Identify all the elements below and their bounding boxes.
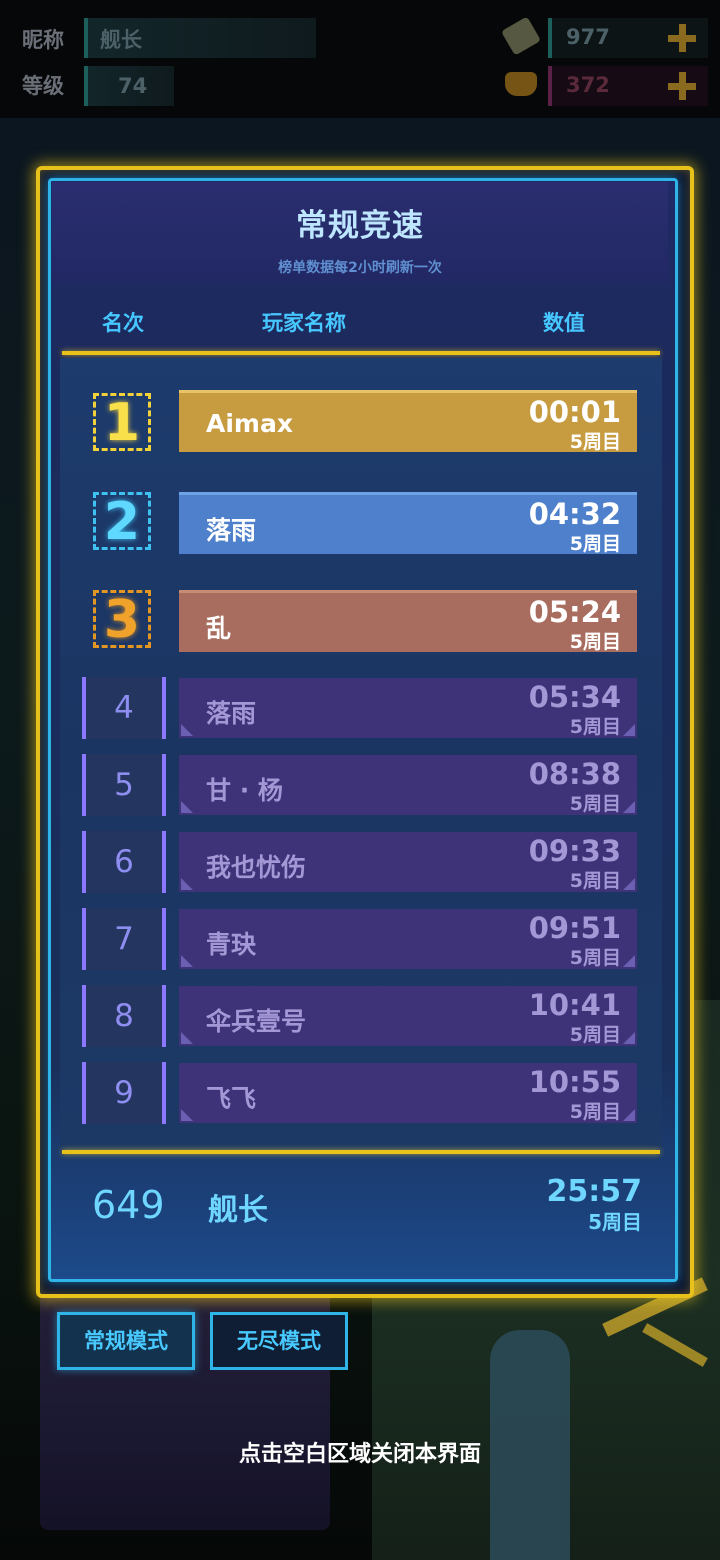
player-time: 10:41 (528, 988, 621, 1022)
rank-number: 6 (82, 831, 166, 893)
corner-decoration (623, 955, 635, 967)
leaderboard-row[interactable]: 乱 05:24 5周目 (179, 590, 637, 653)
player-lap: 5周目 (569, 716, 621, 738)
corner-decoration (181, 1109, 193, 1121)
corner-decoration (623, 878, 635, 890)
player-name: 伞兵壹号 (206, 1007, 307, 1036)
add-currency2-icon[interactable] (668, 72, 696, 100)
player-name: 甘 · 杨 (206, 776, 283, 805)
corner-decoration (623, 801, 635, 813)
self-time: 25:57 (546, 1174, 643, 1209)
corner-decoration (181, 1032, 193, 1044)
column-header-player: 玩家名称 (262, 311, 346, 335)
leaderboard-row[interactable]: 落雨 05:34 5周目 (179, 678, 637, 738)
rank-badge-gold: 1 (93, 393, 151, 451)
rank-number: 5 (82, 754, 166, 816)
ticket-icon (501, 16, 541, 56)
nickname-value: 舰长 (100, 28, 142, 52)
corner-decoration (623, 1032, 635, 1044)
column-header-value: 数值 (543, 311, 585, 335)
player-time: 08:38 (528, 757, 621, 791)
currency1-value: 977 (566, 25, 610, 49)
rank-number: 9 (82, 1062, 166, 1124)
player-name: 乱 (206, 614, 232, 643)
player-name: 我也忧伤 (206, 853, 307, 882)
player-time: 09:51 (528, 911, 621, 945)
player-lap: 5周目 (569, 1024, 621, 1046)
self-rank: 649 (92, 1183, 165, 1227)
level-value: 74 (118, 74, 148, 98)
player-name: 落雨 (206, 516, 257, 545)
level-label: 等级 (22, 74, 64, 98)
leaderboard-row[interactable]: Aimax 00:01 5周目 (179, 390, 637, 453)
player-lap: 5周目 (569, 1101, 621, 1123)
rank-badge-bronze: 3 (93, 590, 151, 648)
corner-decoration (181, 724, 193, 736)
divider-top (62, 351, 660, 355)
player-lap: 5周目 (569, 870, 621, 892)
player-time: 10:55 (528, 1065, 621, 1099)
player-lap: 5周目 (569, 947, 621, 969)
player-name: 落雨 (206, 699, 257, 728)
player-lap: 5周目 (569, 533, 621, 555)
currency2-field: 372 (548, 66, 708, 106)
player-name: 飞飞 (206, 1084, 257, 1113)
normal-mode-button[interactable]: 常规模式 (57, 1312, 195, 1370)
corner-decoration (181, 878, 193, 890)
leaderboard-row[interactable]: 我也忧伤 09:33 5周目 (179, 832, 637, 892)
column-header-rank: 名次 (102, 311, 144, 335)
self-name: 舰长 (208, 1193, 268, 1228)
panel-title: 常规竞速 (296, 208, 424, 244)
leaderboard-row[interactable]: 落雨 04:32 5周目 (179, 492, 637, 555)
leaderboard-row[interactable]: 甘 · 杨 08:38 5周目 (179, 755, 637, 815)
endless-mode-button[interactable]: 无尽模式 (210, 1312, 348, 1370)
corner-decoration (623, 724, 635, 736)
cat-face-icon (505, 72, 537, 96)
self-lap: 5周目 (588, 1210, 642, 1234)
player-name: 青玦 (206, 930, 257, 959)
corner-decoration (623, 1109, 635, 1121)
divider-bottom (62, 1150, 660, 1154)
panel-subtitle: 榜单数据每2小时刷新一次 (278, 260, 442, 276)
player-lap: 5周目 (569, 793, 621, 815)
currency1-field: 977 (548, 18, 708, 58)
player-time: 00:01 (528, 395, 621, 429)
add-currency1-icon[interactable] (668, 24, 696, 52)
close-hint-text: 点击空白区域关闭本界面 (238, 1442, 481, 1467)
nickname-field: 舰长 (84, 18, 316, 58)
rank-badge-silver: 2 (93, 492, 151, 550)
player-time: 05:24 (528, 595, 621, 629)
corner-decoration (181, 955, 193, 967)
leaderboard-row[interactable]: 飞飞 10:55 5周目 (179, 1063, 637, 1123)
player-lap: 5周目 (569, 431, 621, 453)
player-name: Aimax (206, 409, 293, 438)
nickname-label: 昵称 (22, 28, 64, 52)
leaderboard-row[interactable]: 伞兵壹号 10:41 5周目 (179, 986, 637, 1046)
player-time: 09:33 (528, 834, 621, 868)
player-lap: 5周目 (569, 631, 621, 653)
corner-decoration (181, 801, 193, 813)
top-status-bar: 昵称 舰长 等级 74 977 372 (0, 0, 720, 118)
currency2-value: 372 (566, 73, 610, 97)
rank-number: 4 (82, 677, 166, 739)
player-time: 05:34 (528, 680, 621, 714)
rank-number: 7 (82, 908, 166, 970)
leaderboard-row[interactable]: 青玦 09:51 5周目 (179, 909, 637, 969)
rank-number: 8 (82, 985, 166, 1047)
player-time: 04:32 (528, 497, 621, 531)
level-field: 74 (84, 66, 174, 106)
